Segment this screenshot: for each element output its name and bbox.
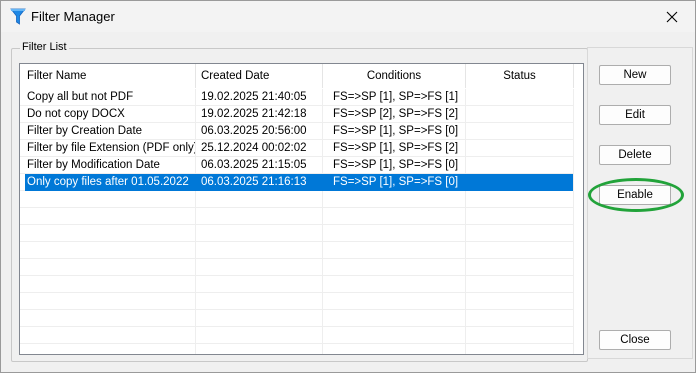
cell-filter-name: Filter by file Extension (PDF only) [27, 142, 195, 154]
cell-status [467, 123, 572, 140]
close-button[interactable]: Close [599, 330, 671, 350]
cell-status [467, 140, 572, 157]
filter-list-label: Filter List [20, 41, 69, 53]
close-window-icon[interactable] [649, 1, 695, 32]
row-gridline [20, 207, 573, 208]
table-row[interactable]: Filter by file Extension (PDF only) 25.12… [20, 140, 583, 157]
cell-created-date: 06.03.2025 21:15:05 [201, 159, 307, 171]
table-row[interactable]: Filter by Modification Date 06.03.2025 21… [20, 157, 583, 174]
row-gridline [20, 309, 573, 310]
cell-created-date: 19.02.2025 21:42:18 [201, 108, 307, 120]
cell-status [467, 174, 572, 191]
column-header-created-date[interactable]: Created Date [196, 64, 323, 88]
cell-filter-name: Copy all but not PDF [27, 91, 134, 103]
cell-created-date: 19.02.2025 21:40:05 [201, 91, 307, 103]
row-gridline [20, 224, 573, 225]
filter-icon [10, 8, 26, 25]
row-gridline [20, 275, 573, 276]
cell-created-date: 25.12.2024 00:02:02 [201, 142, 307, 154]
cell-created-date: 06.03.2025 21:16:13 [201, 176, 307, 188]
cell-conditions: FS=>SP [1], SP=>FS [0] [333, 176, 459, 188]
column-header-conditions[interactable]: Conditions [323, 64, 466, 88]
table-row[interactable]: Filter by Creation Date 06.03.2025 20:56:… [20, 123, 583, 140]
enable-button[interactable]: Enable [599, 185, 671, 205]
cell-filter-name: Only copy files after 01.05.2022 [27, 176, 189, 188]
delete-button[interactable]: Delete [599, 145, 671, 165]
column-header-filter-name[interactable]: Filter Name [20, 64, 196, 88]
cell-status [467, 157, 572, 174]
cell-filter-name: Filter by Modification Date [27, 159, 160, 171]
cell-filter-name: Filter by Creation Date [27, 125, 143, 137]
cell-status [467, 106, 572, 123]
cell-created-date: 06.03.2025 20:56:00 [201, 125, 307, 137]
row-gridline [20, 241, 573, 242]
edit-button[interactable]: Edit [599, 105, 671, 125]
table-row[interactable]: Do not copy DOCX 19.02.2025 21:42:18 FS=>S… [20, 106, 583, 123]
cell-status [467, 89, 572, 106]
title-bar: Filter Manager [1, 1, 695, 32]
row-gridline [20, 258, 573, 259]
filter-list[interactable]: Filter Name Created Date Conditions Stat… [19, 63, 584, 355]
list-header: Filter Name Created Date Conditions Stat… [20, 64, 583, 88]
window-title: Filter Manager [31, 9, 115, 24]
column-header-status[interactable]: Status [466, 64, 574, 88]
row-gridline [20, 343, 573, 344]
row-gridline [20, 326, 573, 327]
cell-conditions: FS=>SP [2], SP=>FS [2] [333, 108, 459, 120]
cell-conditions: FS=>SP [1], SP=>FS [0] [333, 125, 459, 137]
cell-filter-name: Do not copy DOCX [27, 108, 125, 120]
row-gridline [20, 292, 573, 293]
cell-conditions: FS=>SP [1], SP=>FS [1] [333, 91, 459, 103]
table-row[interactable]: Copy all but not PDF 19.02.2025 21:40:05 F… [20, 89, 583, 106]
new-button[interactable]: New [599, 65, 671, 85]
cell-conditions: FS=>SP [1], SP=>FS [0] [333, 159, 459, 171]
table-row[interactable]: Only copy files after 01.05.2022 06.03.20… [20, 174, 583, 191]
cell-conditions: FS=>SP [1], SP=>FS [2] [333, 142, 459, 154]
